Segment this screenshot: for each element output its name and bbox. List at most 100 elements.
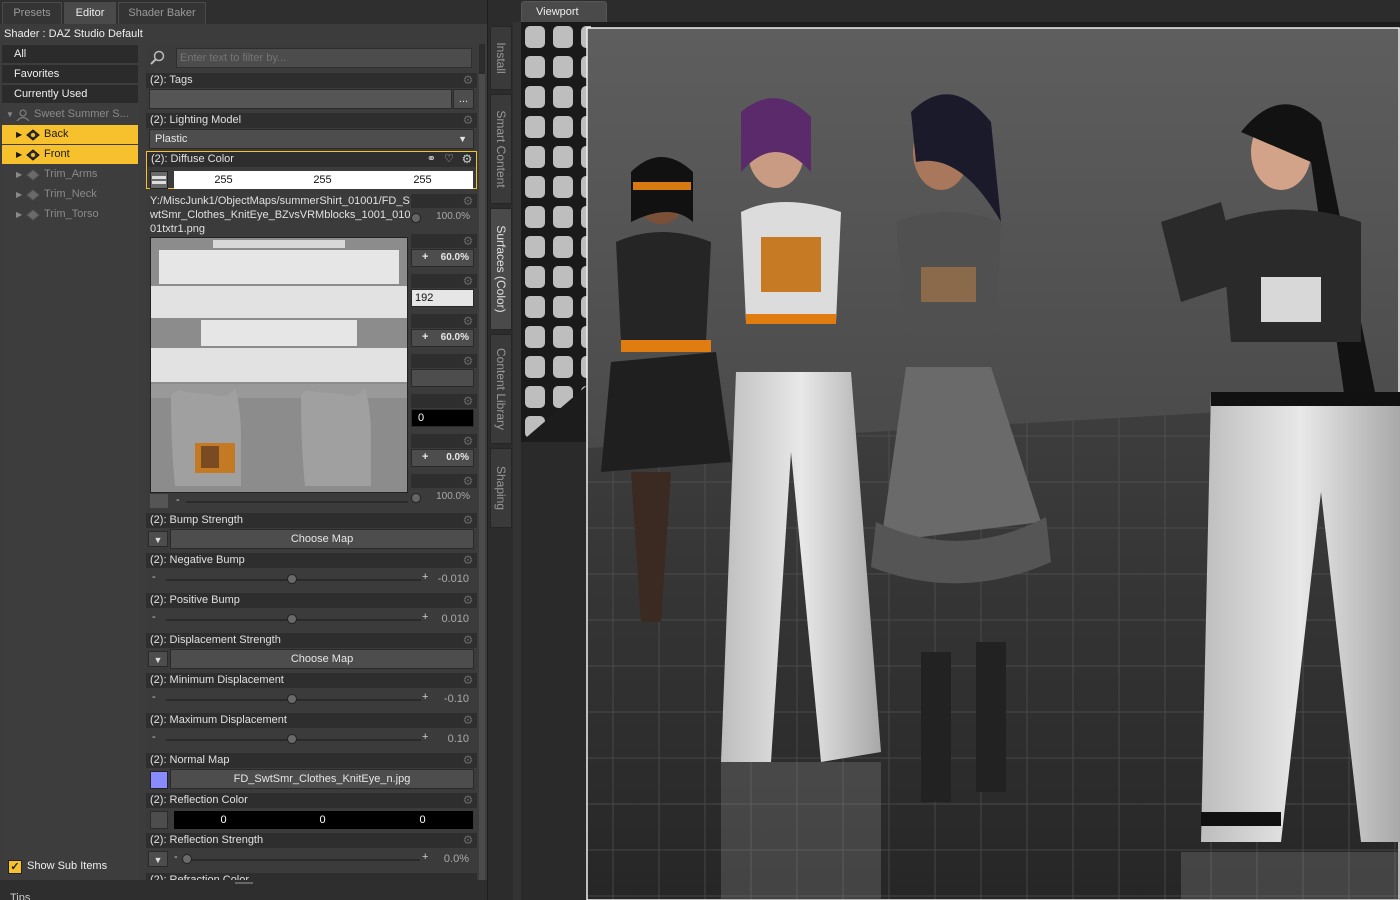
plus-icon[interactable]: +	[422, 251, 428, 263]
slider-knob[interactable]	[287, 694, 297, 704]
tab-presets[interactable]: Presets	[2, 2, 62, 24]
tree-item-trim-arms[interactable]: ▶ Trim_Arms	[2, 165, 138, 184]
strength-100-field[interactable]: 100.0%	[411, 209, 474, 227]
opacity-field[interactable]: 100.0%	[411, 489, 474, 507]
gear-icon[interactable]: ⚙	[462, 714, 474, 726]
gear-icon[interactable]: ⚙	[462, 275, 474, 287]
gear-icon[interactable]: ⚙	[462, 594, 474, 606]
displacement-choose-map-button[interactable]: Choose Map	[170, 649, 474, 669]
plus-icon[interactable]: +	[422, 331, 428, 343]
tab-surfaces[interactable]: Surfaces (Color)	[490, 208, 512, 330]
map-slot[interactable]	[150, 811, 168, 829]
filter-favorites[interactable]: Favorites	[2, 65, 138, 84]
chevron-down-icon[interactable]: ▼	[148, 531, 168, 547]
diffuse-green[interactable]: 255	[273, 171, 372, 189]
expand-arrow-icon[interactable]: ▶	[16, 185, 22, 204]
gear-icon[interactable]: ⚙	[462, 74, 474, 86]
slider-knob[interactable]	[287, 574, 297, 584]
map-thumbnail-icon[interactable]	[150, 171, 168, 189]
tree-item-trim-torso[interactable]: ▶ Trim_Torso	[2, 205, 138, 224]
gear-icon[interactable]: ⚙	[462, 395, 474, 407]
gear-icon[interactable]: ⚙	[462, 834, 474, 846]
expand-arrow-icon[interactable]: ▶	[16, 145, 22, 164]
multiply-field[interactable]	[411, 369, 474, 387]
tab-editor[interactable]: Editor	[64, 2, 116, 24]
tree-root-item[interactable]: ▼ Sweet Summer S...	[2, 105, 138, 124]
tab-smart-content[interactable]: Smart Content	[490, 94, 512, 204]
gear-icon[interactable]: ⚙	[462, 114, 474, 126]
minus-icon[interactable]: -	[174, 851, 178, 863]
ambient-color-field[interactable]: 0	[411, 409, 474, 427]
scrollbar-thumb[interactable]	[479, 74, 485, 894]
bump-choose-map-button[interactable]: Choose Map	[170, 529, 474, 549]
slider-track[interactable]	[186, 501, 408, 503]
specular-color-field[interactable]: 192	[411, 289, 474, 307]
specular-strength-field[interactable]: +60.0%	[411, 329, 474, 347]
tab-install[interactable]: Install	[490, 26, 512, 90]
gear-icon[interactable]: ⚙	[462, 315, 474, 327]
gear-icon[interactable]: ⚙	[462, 514, 474, 526]
normal-map-file[interactable]: FD_SwtSmr_Clothes_KnitEye_n.jpg	[170, 769, 474, 789]
plus-icon[interactable]: +	[422, 851, 428, 863]
tree-item-trim-neck[interactable]: ▶ Trim_Neck	[2, 185, 138, 204]
minus-icon[interactable]: -	[176, 494, 180, 506]
gear-icon[interactable]: ⚙	[462, 475, 474, 487]
property-scrollbar[interactable]	[479, 44, 485, 894]
gear-icon[interactable]: ⚙	[462, 235, 474, 247]
tab-content-library[interactable]: Content Library	[490, 334, 512, 444]
plus-icon[interactable]: +	[422, 691, 428, 703]
gear-icon[interactable]: ⚙	[461, 153, 473, 165]
minus-icon[interactable]: -	[152, 691, 156, 703]
gear-icon[interactable]: ⚙	[462, 754, 474, 766]
glossiness-field[interactable]: +60.0%	[411, 249, 474, 267]
map-thumbnail-icon[interactable]	[150, 494, 168, 508]
diffuse-red[interactable]: 255	[174, 171, 273, 189]
tab-shader-baker[interactable]: Shader Baker	[118, 2, 206, 24]
plus-icon[interactable]: +	[422, 731, 428, 743]
slider-knob[interactable]	[182, 854, 192, 864]
heart-icon[interactable]: ♡	[444, 152, 454, 167]
tags-field[interactable]	[149, 89, 452, 109]
filter-currently-used[interactable]: Currently Used	[2, 85, 138, 104]
slider-knob[interactable]	[287, 614, 297, 624]
expand-arrow-icon[interactable]: ▶	[16, 165, 22, 184]
gear-icon[interactable]: ⚙	[462, 634, 474, 646]
normal-map-thumbnail[interactable]	[150, 771, 168, 789]
filter-all[interactable]: All	[2, 45, 138, 64]
plus-icon[interactable]: +	[422, 451, 428, 463]
tree-item-back[interactable]: ▶ Back	[2, 125, 138, 144]
tree-item-front[interactable]: ▶ Front	[2, 145, 138, 164]
reflection-green[interactable]: 0	[273, 811, 372, 829]
plus-icon[interactable]: +	[422, 611, 428, 623]
checkbox-checked-icon[interactable]: ✓	[8, 860, 22, 874]
slider-knob[interactable]	[287, 734, 297, 744]
gear-icon[interactable]: ⚙	[462, 435, 474, 447]
ambient-strength-field[interactable]: +0.0%	[411, 449, 474, 467]
slider-knob[interactable]	[411, 493, 421, 503]
link-icon[interactable]: ⚭	[427, 152, 436, 167]
max-displacement-slider[interactable]: - + 0.10	[146, 728, 477, 750]
gear-icon[interactable]: ⚙	[462, 674, 474, 686]
tags-browse-button[interactable]: ...	[453, 89, 474, 109]
expand-arrow-icon[interactable]: ▶	[16, 125, 22, 144]
gear-icon[interactable]: ⚙	[462, 554, 474, 566]
reflection-strength-slider[interactable]: ▼ - + 0.0%	[146, 848, 477, 870]
gear-icon[interactable]: ⚙	[462, 794, 474, 806]
tips-tab[interactable]: Tips	[10, 892, 30, 900]
viewport-3d-scene[interactable]	[521, 22, 1400, 900]
gear-icon[interactable]: ⚙	[462, 195, 474, 207]
lighting-model-select[interactable]: Plastic ▼	[149, 129, 474, 149]
chevron-down-icon[interactable]: ▼	[148, 651, 168, 667]
chevron-down-icon[interactable]: ▼	[148, 851, 168, 867]
reflection-red[interactable]: 0	[174, 811, 273, 829]
resize-grip-icon[interactable]	[235, 882, 253, 884]
tab-shaping[interactable]: Shaping	[490, 448, 512, 528]
minus-icon[interactable]: -	[152, 571, 156, 583]
property-filter-input[interactable]	[176, 48, 472, 68]
expand-arrow-icon[interactable]: ▶	[16, 205, 22, 224]
gear-icon[interactable]: ⚙	[462, 355, 474, 367]
slider-track[interactable]	[182, 859, 420, 861]
positive-bump-slider[interactable]: - + 0.010	[146, 608, 477, 630]
minus-icon[interactable]: -	[152, 611, 156, 623]
negative-bump-slider[interactable]: - + -0.010	[146, 568, 477, 590]
